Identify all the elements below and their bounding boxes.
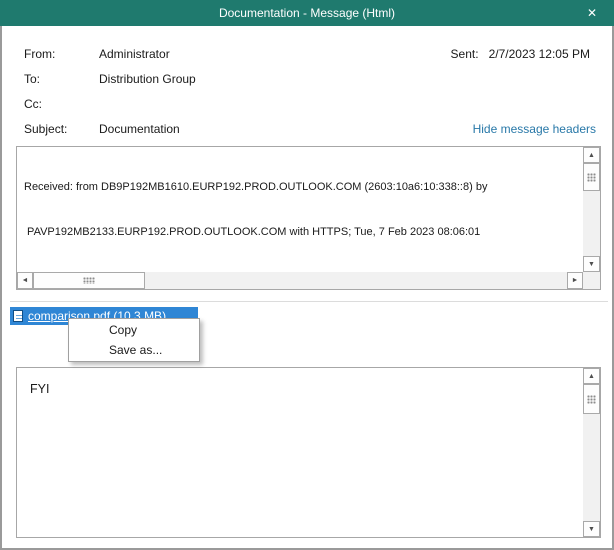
headers-vertical-scrollbar[interactable]: ▲ ▼ (583, 147, 600, 272)
scroll-left-button[interactable]: ◄ (17, 272, 33, 289)
scroll-grip-icon (587, 394, 596, 404)
sent-label: Sent: (450, 47, 479, 61)
sent-value: 2/7/2023 12:05 PM (488, 47, 590, 61)
sent-group: Sent: 2/7/2023 12:05 PM (451, 47, 590, 61)
hide-message-headers-link[interactable]: Hide message headers (473, 122, 596, 136)
arrow-up-icon: ▲ (588, 372, 595, 380)
horizontal-scroll-thumb[interactable] (33, 272, 145, 289)
scroll-up-button[interactable]: ▲ (583, 368, 600, 384)
message-window: Documentation - Message (Html) ✕ From: A… (0, 0, 614, 550)
message-body-text: FYI (30, 382, 50, 396)
section-divider (10, 301, 608, 302)
arrow-down-icon: ▼ (588, 525, 595, 533)
menu-item-save-as[interactable]: Save as... (69, 340, 199, 360)
message-header-fields: From: Administrator Sent: 2/7/2023 12:05… (2, 26, 612, 146)
subject-label: Subject: (24, 122, 68, 136)
pdf-file-icon (13, 310, 23, 322)
scroll-grip-icon (83, 277, 95, 284)
close-button[interactable]: ✕ (570, 0, 614, 26)
scrollbar-corner (583, 272, 600, 289)
arrow-down-icon: ▼ (588, 260, 595, 268)
cc-label: Cc: (24, 97, 42, 111)
headers-horizontal-scrollbar[interactable]: ◄ ► (17, 272, 583, 289)
vertical-scroll-thumb[interactable] (583, 384, 600, 414)
scroll-down-button[interactable]: ▼ (583, 256, 600, 272)
menu-item-copy[interactable]: Copy (69, 320, 199, 340)
header-line: Received: from DB9P192MB1610.EURP192.PRO… (24, 181, 488, 193)
window-title: Documentation - Message (Html) (218, 6, 396, 20)
subject-value: Documentation (99, 122, 180, 136)
close-icon: ✕ (586, 6, 598, 20)
context-menu: Copy Save as... (68, 318, 200, 362)
scroll-up-button[interactable]: ▲ (583, 147, 600, 163)
message-headers-box[interactable]: Received: from DB9P192MB1610.EURP192.PRO… (16, 146, 601, 290)
header-line: PAVP192MB2133.EURP192.PROD.OUTLOOK.COM w… (24, 226, 481, 238)
to-label: To: (24, 72, 41, 86)
titlebar: Documentation - Message (Html) ✕ (0, 0, 614, 26)
arrow-left-icon: ◄ (21, 277, 29, 284)
body-vertical-scrollbar[interactable]: ▲ ▼ (583, 368, 600, 537)
arrow-up-icon: ▲ (588, 151, 595, 159)
to-value: Distribution Group (99, 72, 196, 86)
scroll-down-button[interactable]: ▼ (583, 521, 600, 537)
message-headers-text: Received: from DB9P192MB1610.EURP192.PRO… (17, 147, 583, 272)
arrow-right-icon: ► (571, 277, 579, 284)
from-value: Administrator (99, 47, 170, 61)
scroll-grip-icon (587, 172, 596, 182)
message-body-box[interactable]: FYI ▲ ▼ (16, 367, 601, 538)
from-label: From: (24, 47, 56, 61)
scroll-right-button[interactable]: ► (567, 272, 583, 289)
vertical-scroll-thumb[interactable] (583, 163, 600, 191)
